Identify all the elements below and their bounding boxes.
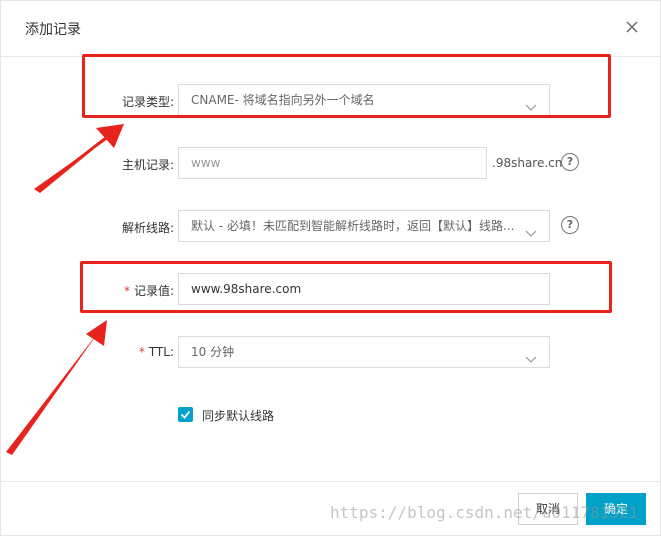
- dialog-header: 添加记录: [1, 1, 661, 57]
- ttl-label: * TTL:: [139, 345, 174, 359]
- sync-checkbox-label: 同步默认线路: [202, 409, 275, 423]
- help-icon[interactable]: ?: [561, 216, 579, 234]
- host-record-placeholder: www: [191, 156, 221, 170]
- help-icon[interactable]: ?: [561, 153, 579, 171]
- cancel-button[interactable]: 取消: [518, 493, 578, 525]
- resolution-line-value: 默认 - 必填！未匹配到智能解析线路时，返回【默认】线路...: [191, 219, 515, 233]
- resolution-line-row: 解析线路: 默认 - 必填！未匹配到智能解析线路时，返回【默认】线路... ?: [1, 210, 661, 244]
- ttl-value: 10 分钟: [191, 345, 235, 359]
- resolution-line-select[interactable]: 默认 - 必填！未匹配到智能解析线路时，返回【默认】线路...: [178, 210, 550, 242]
- close-icon[interactable]: [624, 19, 640, 35]
- highlight-box-record-value: [80, 261, 612, 313]
- dialog-title: 添加记录: [25, 22, 81, 38]
- host-record-label: 主机记录:: [121, 158, 174, 172]
- host-record-input[interactable]: www: [178, 147, 487, 179]
- resolution-line-label: 解析线路:: [121, 221, 174, 235]
- domain-suffix: .98share.cn: [492, 156, 563, 170]
- confirm-button[interactable]: 确定: [586, 493, 646, 525]
- chevron-down-icon: [525, 220, 537, 237]
- required-mark: *: [138, 345, 145, 359]
- ttl-row: * TTL: 10 分钟: [1, 336, 661, 370]
- ttl-select[interactable]: 10 分钟: [178, 336, 550, 368]
- sync-checkbox[interactable]: [178, 407, 193, 422]
- chevron-down-icon: [525, 346, 537, 363]
- host-record-row: 主机记录: www .98share.cn ?: [1, 147, 661, 181]
- ttl-label-text: TTL:: [148, 345, 174, 359]
- highlight-box-record-type: [82, 54, 611, 118]
